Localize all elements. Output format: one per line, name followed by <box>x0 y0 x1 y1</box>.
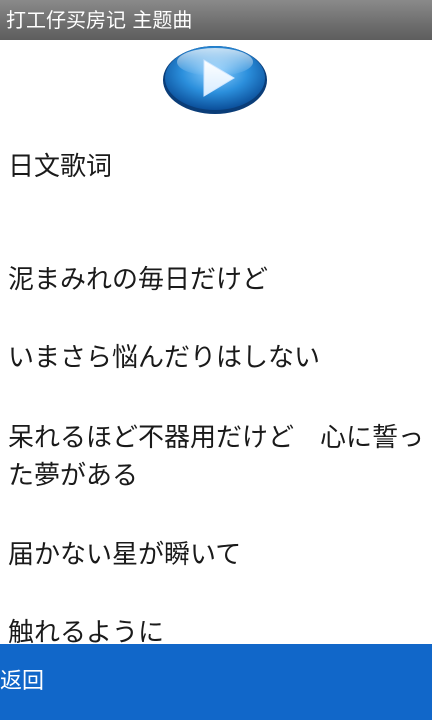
play-button[interactable] <box>160 40 270 116</box>
lyric-line: 泥まみれの毎日だけど <box>8 265 269 295</box>
app-title: 打工仔买房记 主题曲 <box>6 8 193 32</box>
lyric-line: 触れるように <box>8 618 165 644</box>
lyric-line: 呆れるほど不器用だけど 心に誓った夢がある <box>8 423 425 491</box>
lyrics-panel[interactable]: 日文歌词 泥まみれの毎日だけど いまさら悩んだりはしない 呆れるほど不器用だけど… <box>0 116 432 644</box>
lyrics-heading: 日文歌词 <box>8 152 113 182</box>
play-icon[interactable] <box>160 40 270 116</box>
lyric-line: 届かない星が瞬いて <box>8 540 242 570</box>
lyric-line: いまさら悩んだりはしない <box>8 343 321 373</box>
bottom-bar: 返回 <box>0 644 432 720</box>
back-button[interactable]: 返回 <box>0 662 44 702</box>
app-title-bar: 打工仔买房记 主题曲 <box>0 0 432 40</box>
